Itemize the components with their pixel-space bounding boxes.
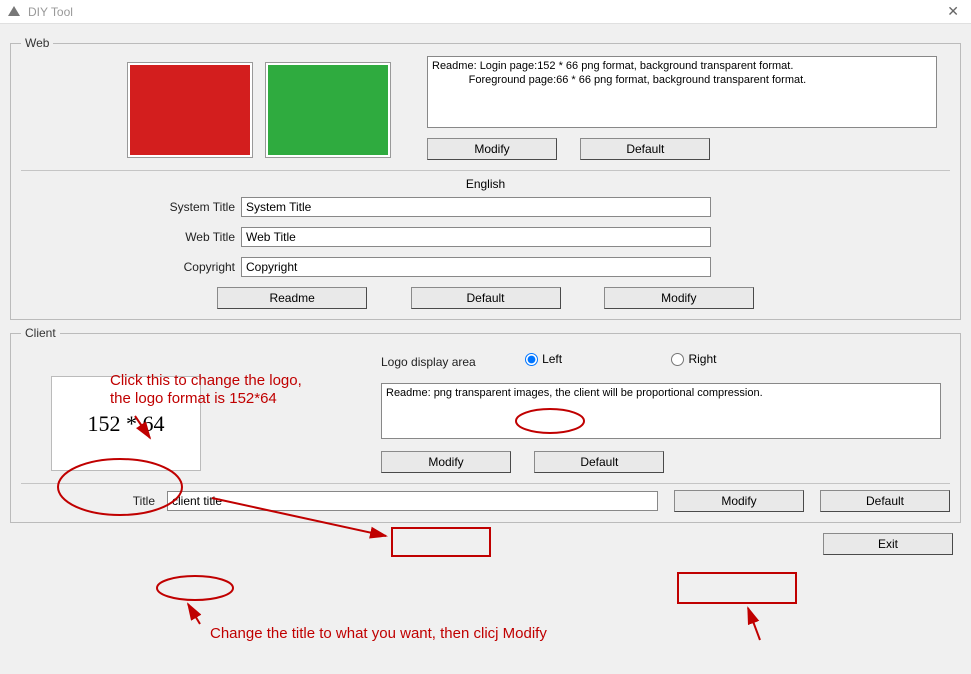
label-copyright: Copyright: [21, 260, 241, 274]
client-legend: Client: [21, 326, 60, 340]
input-system-title[interactable]: [241, 197, 711, 217]
annotation-text-2: Change the title to what you want, then …: [210, 625, 547, 643]
radio-right-label: Right: [688, 352, 716, 366]
input-web-title[interactable]: [241, 227, 711, 247]
web-bottom-default-button[interactable]: Default: [411, 287, 561, 309]
web-readme-line1: Readme: Login page:152 * 66 png format, …: [432, 60, 793, 72]
window-title: DIY Tool: [28, 5, 73, 19]
annotation-text-1: Click this to change the logo, the logo …: [110, 372, 302, 408]
web-readme-button[interactable]: Readme: [217, 287, 367, 309]
app-icon: [6, 4, 22, 20]
web-legend: Web: [21, 36, 53, 50]
web-default-button[interactable]: Default: [580, 138, 710, 160]
client-readme-text: Readme: png transparent images, the clie…: [386, 387, 763, 399]
radio-left-label: Left: [542, 352, 562, 366]
web-group: Web Readme: Login page:152 * 66 png form…: [10, 36, 961, 320]
web-bottom-modify-button[interactable]: Modify: [604, 287, 754, 309]
label-logo-display-area: Logo display area: [381, 355, 482, 369]
client-title-default-button[interactable]: Default: [820, 490, 950, 512]
label-system-title: System Title: [21, 200, 241, 214]
web-readme-box: Readme: Login page:152 * 66 png format, …: [427, 56, 937, 128]
web-readme-line2: Foreground page:66 * 66 png format, back…: [432, 74, 806, 86]
client-group: Client 152 * 64 Logo display area Left R…: [10, 326, 961, 523]
client-default-button[interactable]: Default: [534, 451, 664, 473]
radio-left[interactable]: [525, 353, 538, 366]
client-modify-button[interactable]: Modify: [381, 451, 511, 473]
label-client-title: Title: [21, 494, 161, 508]
exit-button[interactable]: Exit: [823, 533, 953, 555]
input-client-title[interactable]: [167, 491, 658, 511]
client-logo-text: 152 * 64: [88, 411, 165, 437]
radio-right[interactable]: [671, 353, 684, 366]
client-title-modify-button[interactable]: Modify: [674, 490, 804, 512]
window-titlebar: DIY Tool ✕: [0, 0, 971, 24]
close-icon[interactable]: ✕: [941, 3, 965, 20]
web-lang-header: English: [21, 177, 950, 191]
input-copyright[interactable]: [241, 257, 711, 277]
web-modify-button[interactable]: Modify: [427, 138, 557, 160]
web-swatch-green[interactable]: [265, 62, 391, 158]
web-swatch-red[interactable]: [127, 62, 253, 158]
label-web-title: Web Title: [21, 230, 241, 244]
client-readme-box: Readme: png transparent images, the clie…: [381, 383, 941, 439]
